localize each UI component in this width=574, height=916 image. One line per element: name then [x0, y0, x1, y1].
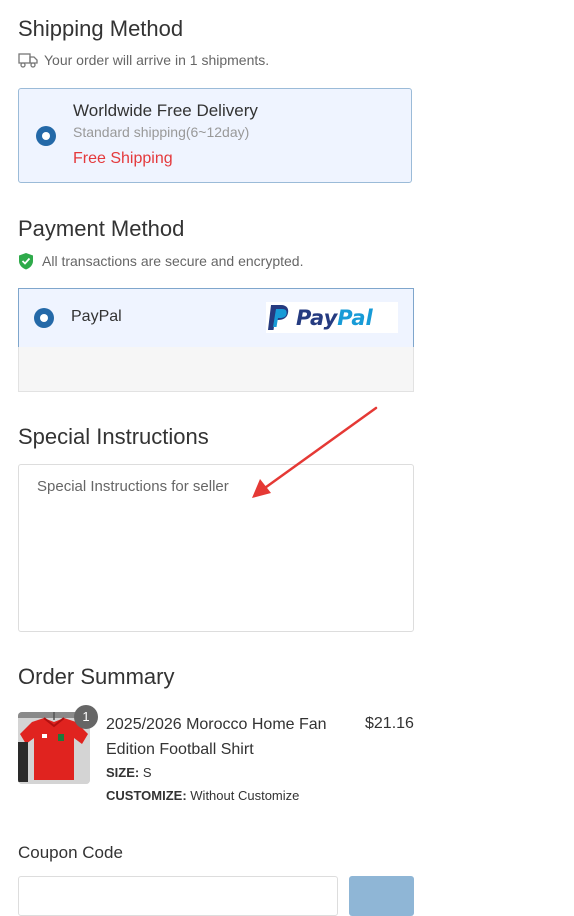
truck-icon	[18, 51, 38, 69]
paypal-p-icon	[268, 304, 289, 330]
product-customize-label: CUSTOMIZE:	[106, 788, 187, 803]
paypal-wordmark-pal: Pal	[337, 305, 373, 330]
coupon-apply-button[interactable]	[349, 876, 414, 916]
product-size-label: SIZE:	[106, 765, 140, 780]
shipping-note: Your order will arrive in 1 shipments.	[18, 51, 269, 69]
order-summary-title: Order Summary	[18, 664, 175, 689]
payment-details-panel	[18, 347, 414, 392]
payment-method-title: Payment Method	[18, 216, 185, 241]
product-customize: CUSTOMIZE: Without Customize	[106, 788, 299, 803]
paypal-logo: PayPal	[266, 302, 398, 333]
shipping-option-description: Standard shipping(6~12day)	[73, 124, 250, 140]
payment-note: All transactions are secure and encrypte…	[18, 252, 303, 270]
quantity-badge: 1	[74, 705, 98, 729]
paypal-wordmark: PayPal	[296, 306, 373, 330]
shipping-option-price: Free Shipping	[73, 150, 173, 167]
annotation-arrow-icon	[252, 406, 378, 498]
payment-option-paypal[interactable]: PayPal PayPal	[18, 288, 414, 348]
coupon-code-title: Coupon Code	[18, 843, 123, 862]
paypal-wordmark-pay: Pay	[296, 305, 338, 330]
payment-note-text: All transactions are secure and encrypte…	[42, 253, 304, 269]
product-customize-value: Without Customize	[190, 788, 300, 803]
payment-option-label: PayPal	[71, 308, 122, 325]
shield-check-icon	[18, 252, 36, 270]
shipping-option-worldwide-free[interactable]: Worldwide Free Delivery Standard shippin…	[18, 88, 412, 183]
shipping-method-title: Shipping Method	[18, 16, 184, 41]
payment-radio-selected[interactable]	[34, 308, 54, 328]
shipping-note-text: Your order will arrive in 1 shipments.	[44, 52, 270, 68]
product-name: 2025/2026 Morocco Home Fan Edition Footb…	[106, 716, 327, 758]
special-instructions-title: Special Instructions	[18, 424, 209, 449]
product-size: SIZE: S	[106, 765, 152, 780]
product-price: $21.16	[365, 715, 414, 732]
shipping-radio-selected[interactable]	[36, 126, 56, 146]
coupon-code-input[interactable]	[18, 876, 338, 916]
product-size-value: S	[142, 765, 152, 780]
shipping-option-name: Worldwide Free Delivery	[73, 101, 258, 120]
